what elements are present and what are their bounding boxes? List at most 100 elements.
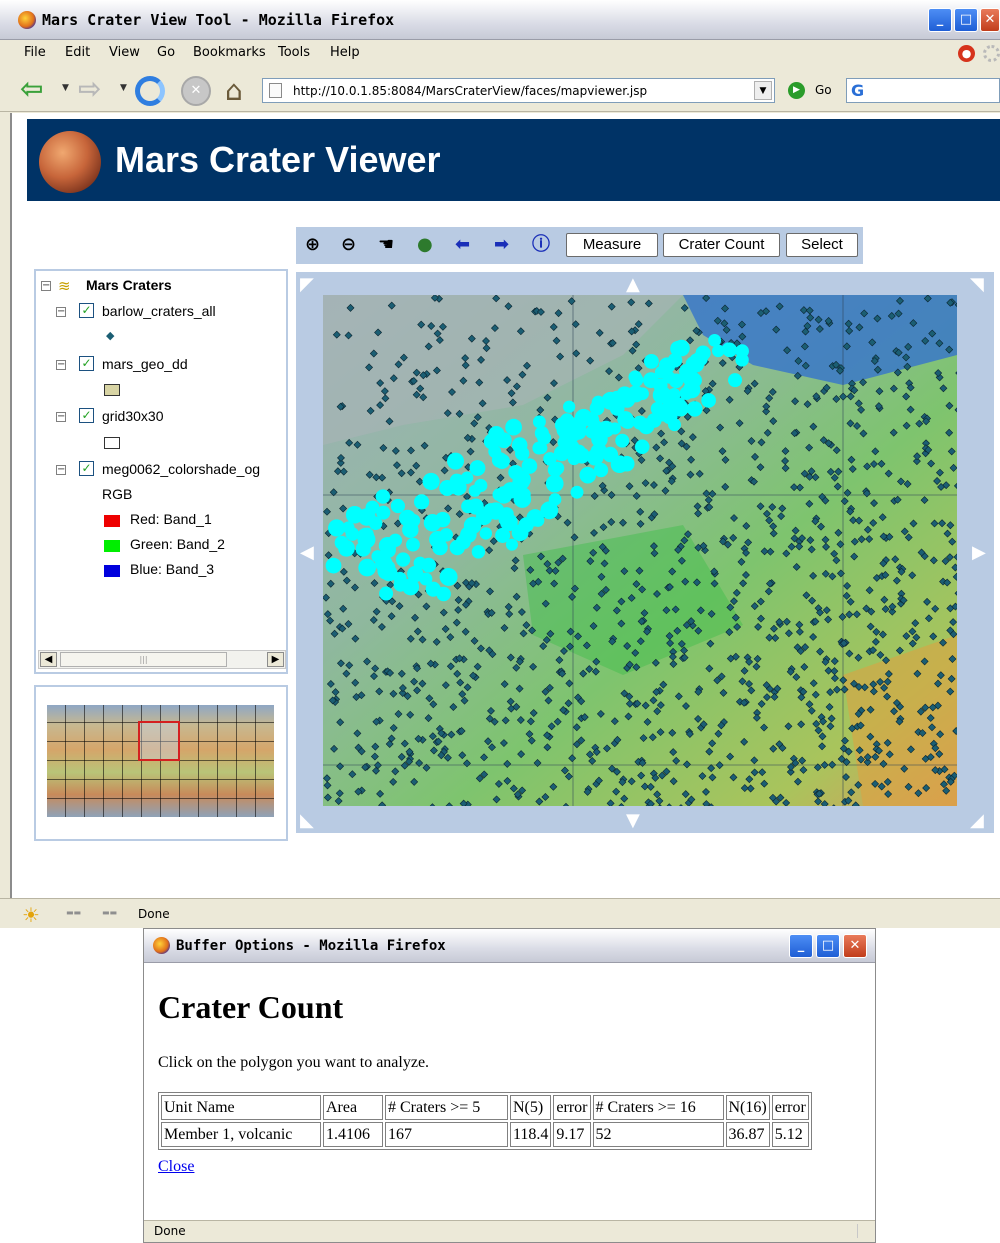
pan-west-icon[interactable]: ◀	[300, 542, 314, 564]
layer-checkbox-colorshade[interactable]: ✓	[79, 461, 94, 476]
pan-northwest-icon[interactable]: ◤	[300, 274, 314, 296]
map-canvas[interactable]	[323, 295, 957, 806]
crater-diamond-symbol-icon: ◆	[106, 330, 115, 342]
popup-minimize-button[interactable]: _	[789, 934, 813, 958]
alert-icon[interactable]: ●	[958, 45, 975, 62]
info-icon[interactable]: ⓘ	[532, 235, 550, 255]
selected-crater-marker	[701, 393, 716, 408]
popup-close-button[interactable]: ✕	[843, 934, 867, 958]
selected-crater-marker	[439, 567, 458, 586]
menu-file[interactable]: File	[24, 45, 46, 60]
selected-crater-marker	[393, 571, 407, 585]
forward-icon[interactable]: ⇨	[78, 74, 101, 104]
selected-crater-marker	[455, 534, 471, 550]
zoom-out-icon[interactable]: ⊖	[341, 235, 356, 255]
url-text[interactable]: http://10.0.1.85:8084/MarsCraterView/fac…	[293, 84, 647, 98]
pan-north-icon[interactable]: ▲	[626, 274, 640, 296]
go-icon[interactable]: ▶	[788, 82, 805, 99]
column-header: N(16)	[725, 1095, 770, 1120]
pan-southwest-icon[interactable]: ◣	[300, 810, 314, 832]
status-text: Done	[138, 907, 170, 921]
layer-checkbox-barlow[interactable]: ✓	[79, 303, 94, 318]
crater-count-button[interactable]: Crater Count	[663, 233, 780, 257]
search-input[interactable]: G	[846, 78, 1000, 103]
toc-root-label: Mars Craters	[86, 277, 172, 293]
back-dropdown-icon[interactable]: ▼	[62, 83, 69, 93]
overview-extent-box[interactable]	[138, 721, 180, 761]
forward-dropdown-icon[interactable]: ▼	[120, 83, 127, 93]
grid-outline-symbol-icon	[104, 437, 120, 449]
column-header: N(5)	[510, 1095, 552, 1120]
scroll-thumb[interactable]: |||	[60, 652, 227, 667]
pan-southeast-icon[interactable]: ◢	[970, 810, 984, 832]
selected-crater-marker	[658, 357, 676, 374]
resize-grip-icon[interactable]	[857, 1224, 871, 1238]
layer-expander-grid[interactable]: −	[56, 412, 66, 422]
blue-band-label: Blue: Band_3	[130, 561, 215, 577]
close-window-button[interactable]: ✕	[980, 8, 1000, 32]
selected-crater-marker	[511, 437, 528, 453]
popup-maximize-button[interactable]: □	[816, 934, 840, 958]
popup-status-bar: Done	[144, 1220, 875, 1242]
full-extent-globe-icon[interactable]: ●	[417, 235, 433, 255]
stop-icon[interactable]: ✕	[181, 76, 211, 106]
firefox-icon	[18, 11, 36, 29]
map-image[interactable]	[323, 295, 957, 806]
overview-map[interactable]	[47, 705, 274, 817]
selected-crater-marker	[345, 505, 364, 524]
url-dropdown-icon[interactable]: ▼	[754, 81, 772, 100]
navigation-toolbar: ⇦ ▼ ⇨ ▼ ✕ ⌂ http://10.0.1.85:8084/MarsCr…	[0, 68, 1000, 112]
forward-arrow-icon[interactable]: ➡	[494, 235, 509, 255]
scroll-left-icon[interactable]: ◀	[40, 652, 57, 667]
pan-east-icon[interactable]: ▶	[972, 542, 986, 564]
menu-bookmarks[interactable]: Bookmarks	[193, 45, 266, 60]
menu-go[interactable]: Go	[157, 45, 175, 60]
table-cell: Member 1, volcanic	[161, 1122, 321, 1147]
green-band-label: Green: Band_2	[130, 536, 225, 552]
popup-heading: Crater Count	[158, 989, 344, 1025]
go-button[interactable]: Go	[815, 83, 832, 97]
menu-help[interactable]: Help	[330, 45, 360, 60]
minimize-button[interactable]: _	[928, 8, 952, 32]
menu-edit[interactable]: Edit	[65, 45, 90, 60]
layer-checkbox-grid[interactable]: ✓	[79, 408, 94, 423]
table-cell: 118.4	[510, 1122, 552, 1147]
layer-checkbox-geo[interactable]: ✓	[79, 356, 94, 371]
selected-crater-marker	[686, 401, 703, 417]
toc-root-expander[interactable]: −	[41, 281, 51, 291]
layer-toc-panel: − ≋ Mars Craters − ✓ barlow_craters_all …	[34, 269, 288, 674]
selected-crater-marker	[338, 539, 355, 557]
selected-crater-marker	[668, 418, 681, 432]
page-icon	[269, 83, 282, 98]
scroll-right-icon[interactable]: ▶	[267, 652, 284, 667]
browser-window: Mars Crater View Tool - Mozilla Firefox …	[0, 0, 1000, 928]
maximize-button[interactable]: □	[954, 8, 978, 32]
back-arrow-icon[interactable]: ⬅	[455, 235, 470, 255]
toc-horizontal-scrollbar[interactable]: ◀ ||| ▶	[38, 650, 286, 669]
measure-button[interactable]: Measure	[566, 233, 658, 257]
menu-view[interactable]: View	[109, 45, 140, 60]
url-bar[interactable]: http://10.0.1.85:8084/MarsCraterView/fac…	[262, 78, 775, 103]
connection-icon: ▬▬	[66, 908, 82, 917]
layer-expander-colorshade[interactable]: −	[56, 465, 66, 475]
menu-tools[interactable]: Tools	[278, 45, 310, 60]
reload-icon[interactable]	[135, 76, 165, 106]
mars-planet-logo	[39, 131, 101, 193]
home-icon[interactable]: ⌂	[225, 74, 243, 107]
selected-crater-marker	[413, 494, 430, 510]
layer-expander-barlow[interactable]: −	[56, 307, 66, 317]
pan-northeast-icon[interactable]: ◥	[970, 274, 984, 296]
layer-expander-geo[interactable]: −	[56, 360, 66, 370]
popup-instruction: Click on the polygon you want to analyze…	[158, 1054, 430, 1071]
selected-crater-marker	[377, 562, 396, 580]
zoom-in-icon[interactable]: ⊕	[305, 235, 320, 255]
throbber-icon	[983, 45, 1000, 62]
pan-south-icon[interactable]: ▼	[626, 810, 640, 832]
selected-crater-marker	[615, 433, 630, 448]
selected-crater-marker	[683, 381, 701, 399]
select-button[interactable]: Select	[786, 233, 858, 257]
pan-hand-icon[interactable]: ☚	[378, 235, 394, 255]
close-link[interactable]: Close	[158, 1158, 194, 1176]
back-icon[interactable]: ⇦	[20, 74, 43, 104]
table-cell: 36.87	[725, 1122, 770, 1147]
